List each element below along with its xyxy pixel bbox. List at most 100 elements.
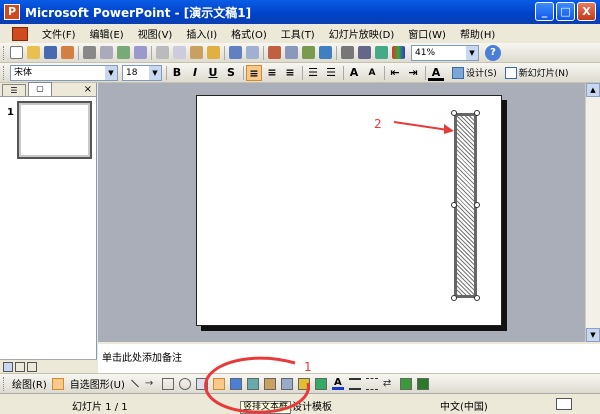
decrease-font-icon[interactable]: A xyxy=(364,65,380,81)
cut-icon[interactable] xyxy=(156,46,169,59)
tables-borders-icon[interactable] xyxy=(302,46,315,59)
hyperlink-icon[interactable] xyxy=(319,46,332,59)
font-size-combo[interactable]: 18 ▼ xyxy=(122,64,162,81)
print-icon[interactable] xyxy=(83,46,96,59)
save-icon[interactable] xyxy=(44,46,57,59)
zoom-combo[interactable]: 41% ▼ xyxy=(411,44,479,61)
line-icon[interactable] xyxy=(131,379,139,388)
toolbar-grip[interactable] xyxy=(3,45,6,60)
toolbar-grip[interactable] xyxy=(3,376,6,391)
slide-number: 1 xyxy=(7,107,14,118)
formatting-toolbar: 宋体 ▼ 18 ▼ B I U S ≡ ≡ ≡ ☰ ☰ A A ⇤ ⇥ A 设计… xyxy=(0,63,600,83)
draw-menu[interactable]: 绘图(R) xyxy=(12,376,47,391)
underline-button[interactable]: U xyxy=(205,65,221,81)
expand-all-icon[interactable] xyxy=(341,46,354,59)
grid-icon[interactable] xyxy=(375,46,388,59)
design-button[interactable]: 设计(S) xyxy=(452,66,497,79)
toolbar-grip[interactable] xyxy=(3,65,6,80)
chevron-down-icon[interactable]: ▼ xyxy=(466,45,478,60)
minimize-button[interactable]: _ xyxy=(535,2,554,21)
menu-edit[interactable]: 编辑(E) xyxy=(90,26,124,41)
decrease-indent-icon[interactable]: ⇤ xyxy=(387,65,403,81)
normal-view-icon[interactable] xyxy=(3,361,13,372)
chevron-down-icon[interactable]: ▼ xyxy=(149,65,161,80)
new-slide-button[interactable]: 新幻灯片(N) xyxy=(504,66,569,79)
print-preview-icon[interactable] xyxy=(100,46,113,59)
resize-handle[interactable] xyxy=(451,295,457,301)
menu-format[interactable]: 格式(O) xyxy=(231,26,267,41)
show-formatting-icon[interactable] xyxy=(358,46,371,59)
format-painter-icon[interactable] xyxy=(207,46,220,59)
powerpoint-app-icon[interactable]: P xyxy=(4,4,20,20)
menu-tools[interactable]: 工具(T) xyxy=(281,26,315,41)
font-combo[interactable]: 宋体 ▼ xyxy=(10,64,118,81)
rectangle-icon[interactable] xyxy=(161,377,174,390)
slideshow-view-icon[interactable] xyxy=(27,361,37,372)
select-objects-icon[interactable] xyxy=(51,377,64,390)
shadow-style-icon[interactable] xyxy=(399,377,412,390)
color-grayscale-icon[interactable] xyxy=(392,46,405,59)
insert-chart-icon[interactable] xyxy=(268,46,281,59)
tab-outline[interactable]: ☰ xyxy=(2,84,26,96)
new-slide-icon xyxy=(504,66,517,79)
menu-view[interactable]: 视图(V) xyxy=(138,26,173,41)
resize-handle[interactable] xyxy=(451,110,457,116)
close-button[interactable]: X xyxy=(577,2,596,21)
undo-icon[interactable] xyxy=(229,46,242,59)
align-center-icon[interactable]: ≡ xyxy=(264,65,280,81)
maximize-button[interactable]: □ xyxy=(556,2,575,21)
numbering-icon[interactable]: ☰ xyxy=(305,65,321,81)
redo-icon[interactable] xyxy=(246,46,259,59)
notes-pane[interactable]: 单击此处添加备注 xyxy=(98,342,600,373)
scroll-up-icon[interactable]: ▲ xyxy=(586,83,600,97)
font-name: 宋体 xyxy=(14,67,33,78)
slide-thumbnail[interactable] xyxy=(17,101,92,159)
arrow-icon[interactable]: → xyxy=(145,378,157,390)
tab-slides[interactable]: ▢ xyxy=(28,82,52,96)
font-color-icon[interactable]: A xyxy=(428,65,444,81)
spelling-icon[interactable] xyxy=(117,46,130,59)
new-icon[interactable] xyxy=(10,46,23,59)
menu-slideshow[interactable]: 幻灯片放映(D) xyxy=(329,26,395,41)
close-icon[interactable]: × xyxy=(84,84,92,96)
autoshapes-menu[interactable]: 自选图形(U) xyxy=(70,376,125,391)
bullets-icon[interactable]: ☰ xyxy=(323,65,339,81)
research-icon[interactable] xyxy=(134,46,147,59)
align-right-icon[interactable]: ≡ xyxy=(282,65,298,81)
document-icon[interactable] xyxy=(12,26,28,41)
slide-sorter-icon[interactable] xyxy=(15,361,25,372)
menu-help[interactable]: 帮助(H) xyxy=(460,26,495,41)
increase-font-icon[interactable]: A xyxy=(346,65,362,81)
paste-icon[interactable] xyxy=(190,46,203,59)
scroll-down-icon[interactable]: ▼ xyxy=(586,328,600,342)
chevron-down-icon[interactable]: ▼ xyxy=(105,65,117,80)
menu-window[interactable]: 窗口(W) xyxy=(408,26,446,41)
vertical-scrollbar[interactable]: ▲ ▼ xyxy=(585,83,600,342)
resize-handle[interactable] xyxy=(474,202,480,208)
resize-handle[interactable] xyxy=(474,295,480,301)
permission-icon[interactable] xyxy=(61,46,74,59)
menu-insert[interactable]: 插入(I) xyxy=(186,26,217,41)
annotation-circle-icon xyxy=(204,356,310,414)
separator xyxy=(166,65,167,80)
arrow-style-icon[interactable]: ⇄ xyxy=(383,378,395,390)
align-left-icon[interactable]: ≡ xyxy=(246,64,262,81)
standard-toolbar: 41% ▼ ? xyxy=(0,43,600,63)
slides-pane: ☰ ▢ × 1 xyxy=(0,82,97,373)
shadow-button[interactable]: S xyxy=(223,65,239,81)
resize-handle[interactable] xyxy=(451,202,457,208)
oval-icon[interactable] xyxy=(178,377,191,390)
font-color-icon[interactable]: A xyxy=(331,377,344,390)
menu-file[interactable]: 文件(F) xyxy=(42,26,76,41)
open-icon[interactable] xyxy=(27,46,40,59)
insert-table-icon[interactable] xyxy=(285,46,298,59)
help-icon[interactable]: ? xyxy=(485,44,501,61)
resize-handle[interactable] xyxy=(474,110,480,116)
bold-button[interactable]: B xyxy=(169,65,185,81)
increase-indent-icon[interactable]: ⇥ xyxy=(405,65,421,81)
dash-style-icon[interactable] xyxy=(365,377,378,390)
line-style-icon[interactable] xyxy=(348,377,361,390)
3d-style-icon[interactable] xyxy=(416,377,429,390)
copy-icon[interactable] xyxy=(173,46,186,59)
italic-button[interactable]: I xyxy=(187,65,203,81)
